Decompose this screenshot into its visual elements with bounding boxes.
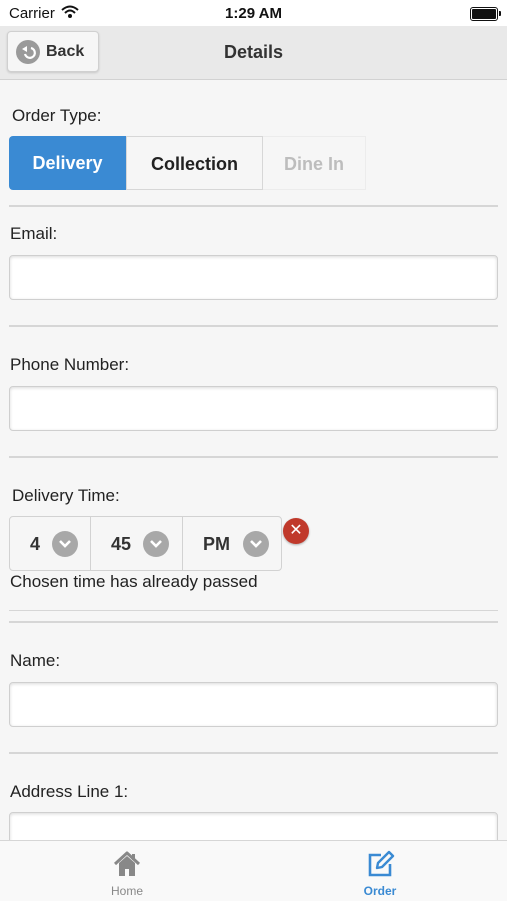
edit-icon [365,849,395,879]
minute-select[interactable]: 45 [90,516,183,571]
battery-icon [470,7,501,21]
email-label: Email: [10,224,58,243]
chevron-down-icon [243,531,269,557]
phone-field[interactable] [9,386,498,431]
ampm-select[interactable]: PM [182,516,282,571]
clear-time-icon[interactable]: ✕ [283,518,309,544]
address-line-1-label: Address Line 1: [10,782,129,801]
page-title: Details [223,42,284,62]
divider [9,610,498,611]
name-field[interactable] [9,682,498,727]
details-form: Order Type: Delivery Collection Dine In … [0,80,507,840]
status-bar: Carrier 1:29 AM [0,0,507,26]
tab-bar: Home Order [0,840,507,901]
divider [9,325,498,327]
tab-order[interactable]: Order [320,841,440,901]
tab-order-label: Order [363,884,397,898]
order-type-collection[interactable]: Collection [126,136,263,190]
divider [9,205,498,207]
minute-value: 45 [111,534,132,554]
hour-value: 4 [30,534,41,554]
divider [9,752,498,754]
tab-home[interactable]: Home [67,841,187,901]
order-type-label: Order Type: [12,106,102,125]
chevron-down-icon [52,531,78,557]
home-icon [112,849,142,879]
chevron-down-icon [143,531,169,557]
tab-home-label: Home [110,884,143,898]
address-line-1-field[interactable] [9,812,498,840]
email-field[interactable] [9,255,498,300]
divider [9,621,498,623]
hour-select[interactable]: 4 [9,516,91,571]
header: Back Details [0,26,507,80]
delivery-time-label: Delivery Time: [12,486,120,505]
divider [9,456,498,458]
status-time: 1:29 AM [225,5,282,22]
name-label: Name: [10,651,61,670]
ampm-value: PM [203,534,230,554]
order-type-dine-in[interactable]: Dine In [263,136,366,190]
order-type-delivery[interactable]: Delivery [9,136,126,190]
phone-label: Phone Number: [10,355,130,374]
time-error-message: Chosen time has already passed [10,572,258,591]
